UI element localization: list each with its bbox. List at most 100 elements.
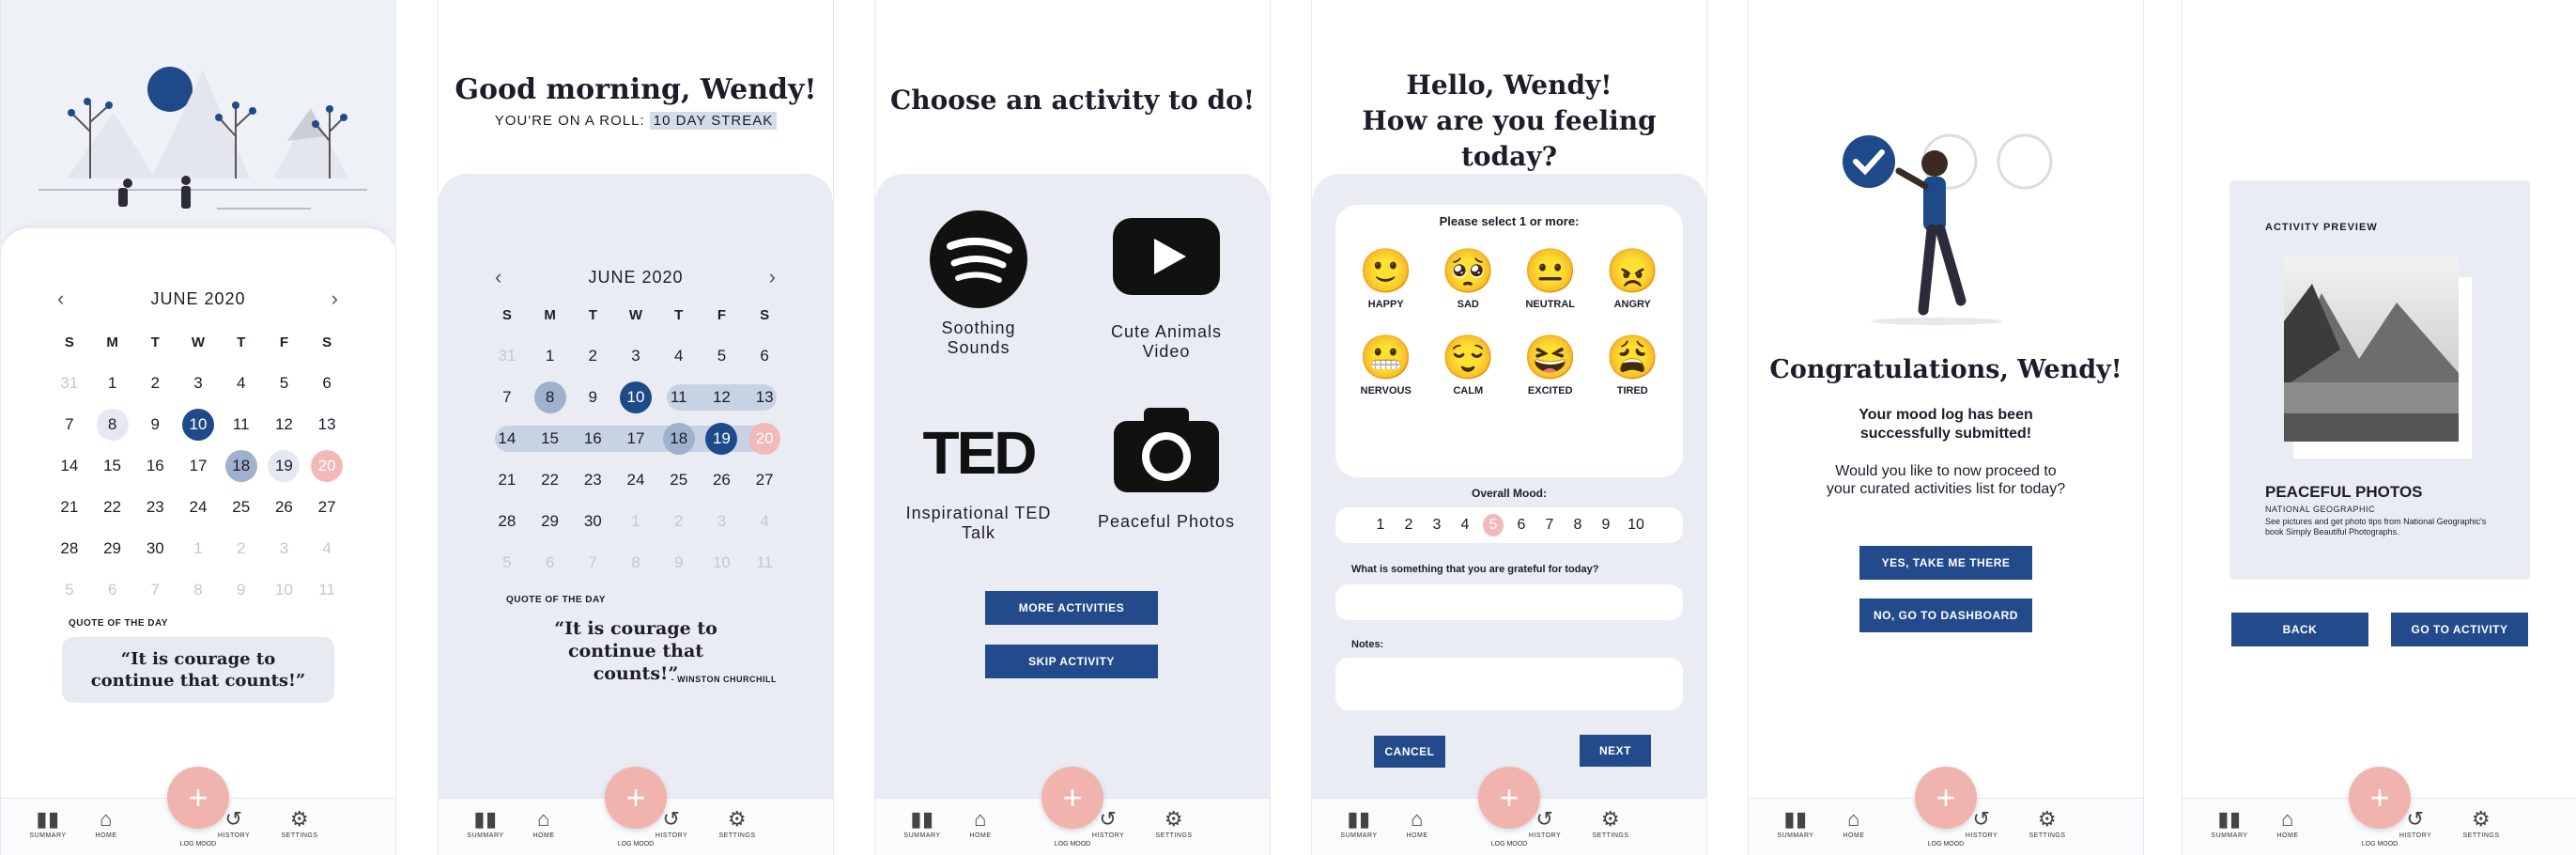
log-mood-button[interactable]: + (1041, 767, 1103, 829)
nav-summary[interactable]: ▮▮ SUMMARY (894, 806, 950, 839)
mood-score-7[interactable]: 7 (1539, 514, 1560, 536)
calendar-day[interactable]: 21 (48, 490, 91, 524)
calendar-day[interactable]: 24 (177, 490, 220, 524)
calendar-day[interactable]: 5 (701, 339, 744, 373)
calendar-day[interactable]: 17 (177, 449, 220, 483)
calendar-day[interactable]: 9 (133, 408, 177, 442)
calendar-day[interactable]: 4 (220, 366, 263, 400)
calendar-day[interactable]: 26 (263, 490, 306, 524)
calendar-day[interactable]: 20 (305, 449, 348, 483)
calendar-day[interactable]: 24 (614, 463, 657, 497)
nav-summary[interactable]: ▮▮ SUMMARY (457, 806, 514, 839)
go-to-activity-button[interactable]: GO TO ACTIVITY (2391, 613, 2528, 646)
calendar-day[interactable]: 13 (743, 381, 786, 414)
calendar-day[interactable]: 4 (657, 339, 701, 373)
nav-settings[interactable]: ⚙ SETTINGS (271, 806, 328, 839)
nav-settings[interactable]: ⚙ SETTINGS (2019, 806, 2075, 839)
calendar-day[interactable]: 28 (48, 532, 91, 566)
mood-option-neutral[interactable]: 😐 NEUTRAL (1509, 242, 1592, 310)
calendar-day[interactable]: 17 (614, 422, 657, 456)
calendar-day[interactable]: 19 (700, 422, 744, 456)
calendar-day[interactable]: 30 (133, 532, 177, 566)
calendar-day[interactable]: 12 (263, 408, 306, 442)
calendar-day[interactable]: 26 (701, 463, 744, 497)
mood-score-5[interactable]: 5 (1483, 514, 1504, 536)
skip-activity-button[interactable]: SKIP ACTIVITY (985, 645, 1158, 678)
calendar-day[interactable]: 18 (656, 422, 701, 456)
calendar-day[interactable]: 18 (220, 449, 263, 483)
calendar-day[interactable]: 27 (305, 490, 348, 524)
calendar-day[interactable]: 15 (91, 449, 134, 483)
nav-home[interactable]: ⌂ HOME (2260, 806, 2316, 839)
prev-month-button[interactable]: ‹ (495, 265, 502, 289)
calendar-day[interactable]: 20 (743, 422, 786, 456)
next-button[interactable]: NEXT (1580, 735, 1651, 767)
calendar-day[interactable]: 13 (305, 408, 348, 442)
mood-score-3[interactable]: 3 (1427, 514, 1447, 536)
log-mood-button[interactable]: + (167, 767, 229, 829)
cancel-button[interactable]: CANCEL (1374, 736, 1445, 768)
nav-summary[interactable]: ▮▮ SUMMARY (1767, 806, 1824, 839)
notes-input[interactable] (1335, 658, 1683, 710)
calendar-day[interactable]: 15 (528, 422, 572, 456)
calendar-day[interactable]: 19 (263, 449, 306, 483)
calendar-day[interactable]: 23 (571, 463, 614, 497)
calendar-day[interactable]: 14 (48, 449, 91, 483)
calendar-day[interactable]: 25 (220, 490, 263, 524)
calendar-day[interactable]: 29 (529, 505, 572, 538)
nav-summary[interactable]: ▮▮ SUMMARY (1331, 806, 1387, 839)
nav-home[interactable]: ⌂ HOME (952, 806, 1009, 839)
calendar-day[interactable]: 16 (571, 422, 614, 456)
calendar-day[interactable]: 6 (305, 366, 348, 400)
activity-ted-talk[interactable]: TED Inspirational TED Talk (894, 413, 1063, 543)
nav-summary[interactable]: ▮▮ SUMMARY (2201, 806, 2258, 839)
nav-settings[interactable]: ⚙ SETTINGS (1146, 806, 1202, 839)
nav-settings[interactable]: ⚙ SETTINGS (1582, 806, 1639, 839)
calendar-day[interactable]: 2 (571, 339, 614, 373)
mood-option-excited[interactable]: 😆 EXCITED (1509, 329, 1592, 396)
calendar-day[interactable]: 7 (48, 408, 91, 442)
calendar-day[interactable]: 21 (486, 463, 529, 497)
yes-take-me-there-button[interactable]: YES, TAKE ME THERE (1859, 546, 2032, 580)
nav-settings[interactable]: ⚙ SETTINGS (709, 806, 765, 839)
mood-score-8[interactable]: 8 (1567, 514, 1588, 536)
calendar-day[interactable]: 29 (91, 532, 134, 566)
next-month-button[interactable]: › (769, 265, 777, 289)
calendar-day[interactable]: 5 (263, 366, 306, 400)
nav-home[interactable]: ⌂ HOME (1389, 806, 1445, 839)
calendar-day[interactable]: 28 (486, 505, 529, 538)
calendar-day[interactable]: 2 (133, 366, 177, 400)
calendar-day[interactable]: 25 (657, 463, 701, 497)
calendar-day[interactable]: 16 (133, 449, 177, 483)
calendar-day[interactable]: 11 (220, 408, 263, 442)
calendar-day[interactable]: 1 (91, 366, 134, 400)
calendar-day[interactable]: 8 (529, 381, 572, 414)
nav-home[interactable]: ⌂ HOME (78, 806, 134, 839)
mood-score-6[interactable]: 6 (1511, 514, 1532, 536)
grateful-input[interactable] (1335, 584, 1683, 620)
mood-option-calm[interactable]: 😌 CALM (1427, 329, 1510, 396)
mood-option-angry[interactable]: 😠 ANGRY (1592, 242, 1674, 310)
calendar-day[interactable]: 6 (743, 339, 786, 373)
log-mood-button[interactable]: + (605, 767, 667, 829)
prev-month-button[interactable]: ‹ (57, 287, 65, 311)
mood-score-2[interactable]: 2 (1398, 514, 1419, 536)
calendar-day[interactable]: 22 (529, 463, 572, 497)
log-mood-button[interactable]: + (2349, 767, 2411, 829)
next-month-button[interactable]: › (332, 287, 339, 311)
mood-option-nervous[interactable]: 😬 NERVOUS (1345, 329, 1427, 396)
mood-option-happy[interactable]: 🙂 HAPPY (1345, 242, 1427, 310)
mood-score-10[interactable]: 10 (1624, 514, 1648, 536)
activity-peaceful-photos[interactable]: Peaceful Photos (1091, 404, 1242, 532)
calendar-day[interactable]: 12 (700, 381, 744, 414)
calendar-day[interactable]: 1 (529, 339, 572, 373)
calendar-day[interactable]: 30 (571, 505, 614, 538)
nav-home[interactable]: ⌂ HOME (1826, 806, 1882, 839)
calendar-day[interactable]: 9 (571, 381, 614, 414)
activity-soothing-sounds[interactable]: Soothing Sounds (903, 209, 1054, 358)
back-button[interactable]: BACK (2231, 613, 2368, 646)
go-to-dashboard-button[interactable]: NO, GO TO DASHBOARD (1859, 598, 2032, 632)
mood-score-1[interactable]: 1 (1370, 514, 1391, 536)
calendar-day[interactable]: 14 (486, 422, 529, 456)
calendar-day[interactable]: 11 (657, 381, 701, 414)
